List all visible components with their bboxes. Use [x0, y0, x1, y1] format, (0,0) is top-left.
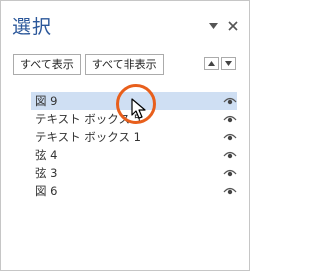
eye-icon[interactable] — [223, 150, 237, 160]
close-icon — [228, 21, 238, 31]
eye-icon[interactable] — [223, 168, 237, 178]
reorder-buttons — [204, 57, 236, 70]
list-item[interactable]: 図 9 — [31, 92, 237, 110]
list-item-label: 図 9 — [35, 94, 58, 108]
eye-icon[interactable] — [223, 96, 237, 106]
selection-pane: 選択 すべて表示 すべて非表示 図 9 テキスト ボックス 5 テキスト ボック… — [0, 0, 250, 271]
triangle-down-icon — [225, 61, 232, 66]
list-item[interactable]: 弦 4 — [31, 146, 237, 164]
pane-title: 選択 — [12, 16, 53, 38]
eye-icon[interactable] — [223, 186, 237, 196]
list-item[interactable]: テキスト ボックス 1 — [31, 128, 237, 146]
eye-icon[interactable] — [223, 114, 237, 124]
list-item-label: テキスト ボックス 1 — [35, 130, 141, 144]
pane-options-dropdown[interactable] — [206, 19, 220, 33]
list-item-label: 弦 3 — [35, 166, 58, 180]
send-backward-button[interactable] — [221, 57, 236, 70]
show-all-button[interactable]: すべて表示 — [13, 54, 81, 75]
triangle-down-icon — [208, 23, 218, 29]
list-item[interactable]: 図 6 — [31, 182, 237, 200]
triangle-up-icon — [208, 61, 215, 66]
toolbar: すべて表示 すべて非表示 — [13, 54, 164, 75]
list-item-label: テキスト ボックス 5 — [35, 112, 141, 126]
list-item[interactable]: 弦 3 — [31, 164, 237, 182]
object-list: 図 9 テキスト ボックス 5 テキスト ボックス 1 弦 4 弦 3 図 6 — [31, 92, 237, 200]
hide-all-button[interactable]: すべて非表示 — [84, 54, 164, 75]
list-item-label: 図 6 — [35, 184, 58, 198]
close-pane-button[interactable] — [226, 19, 240, 33]
bring-forward-button[interactable] — [204, 57, 219, 70]
list-item-label: 弦 4 — [35, 148, 58, 162]
pane-controls — [206, 19, 240, 33]
eye-icon[interactable] — [223, 132, 237, 142]
list-item[interactable]: テキスト ボックス 5 — [31, 110, 237, 128]
